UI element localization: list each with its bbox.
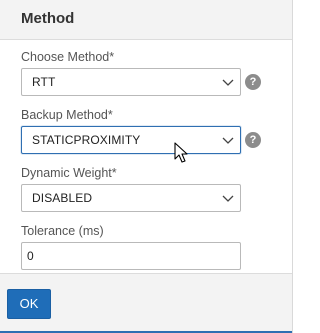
choose-method-value: RTT: [32, 75, 56, 89]
help-icon[interactable]: ?: [245, 74, 261, 90]
backup-method-select[interactable]: STATICPROXIMITY: [21, 126, 241, 154]
method-panel: Method Choose Method* RTT ? Backup Metho…: [0, 0, 293, 333]
help-icon[interactable]: ?: [245, 132, 261, 148]
panel-title: Method: [21, 10, 75, 27]
backup-method-label: Backup Method*: [21, 108, 113, 122]
panel-header: Method: [0, 0, 292, 40]
mouse-pointer-icon: [174, 142, 188, 163]
choose-method-label: Choose Method*: [21, 50, 115, 64]
dynamic-weight-label: Dynamic Weight*: [21, 166, 117, 180]
dynamic-weight-value: DISABLED: [32, 191, 93, 205]
ok-button[interactable]: OK: [7, 289, 51, 319]
choose-method-select[interactable]: RTT: [21, 68, 241, 96]
chevron-down-icon: [222, 137, 234, 144]
tolerance-input[interactable]: [21, 242, 241, 270]
panel-footer: OK: [0, 273, 292, 333]
chevron-down-icon: [222, 195, 234, 202]
dynamic-weight-select[interactable]: DISABLED: [21, 184, 241, 212]
chevron-down-icon: [222, 79, 234, 86]
tolerance-label: Tolerance (ms): [21, 224, 104, 238]
backup-method-value: STATICPROXIMITY: [32, 133, 141, 147]
